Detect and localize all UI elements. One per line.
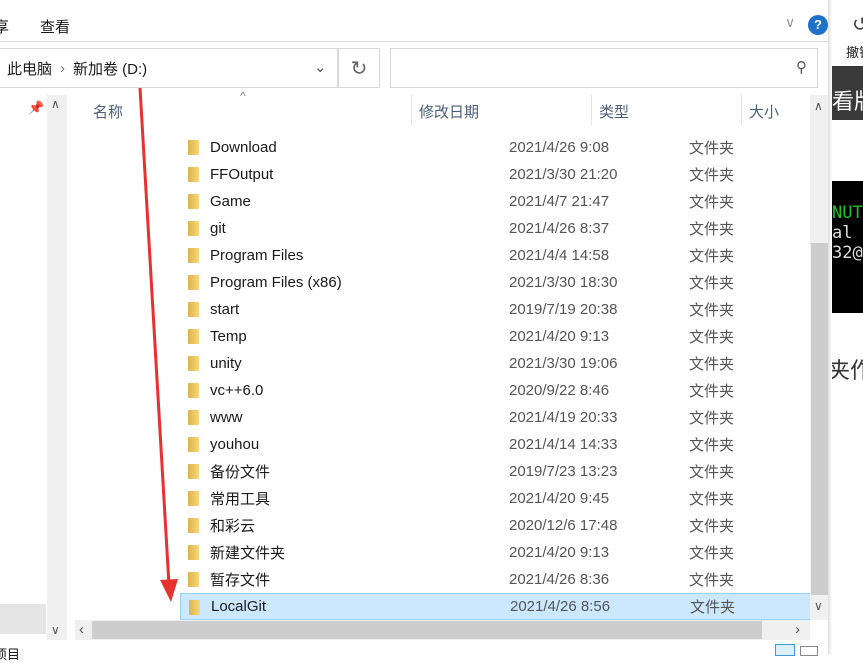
red-arrow-annotation (138, 87, 178, 602)
